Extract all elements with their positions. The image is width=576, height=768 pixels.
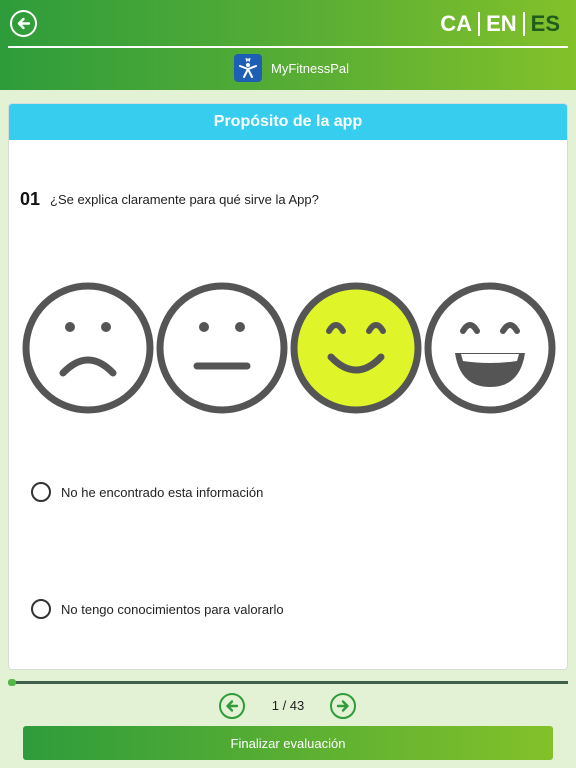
app-header: CA EN ES MyFitnessPal	[0, 0, 576, 90]
option-no-knowledge[interactable]: No tengo conocimientos para valorarlo	[31, 599, 284, 619]
option-label: No he encontrado esta información	[61, 484, 264, 500]
radio-button[interactable]	[31, 482, 51, 502]
laughing-face-icon[interactable]	[423, 281, 557, 415]
rating-faces	[9, 281, 567, 415]
language-switcher: CA EN ES	[434, 10, 566, 38]
neutral-face-icon[interactable]	[155, 281, 289, 415]
radio-button[interactable]	[31, 599, 51, 619]
option-label: No tengo conocimientos para valorarlo	[61, 601, 284, 617]
arrow-right-icon	[336, 700, 349, 712]
next-question-button[interactable]	[330, 693, 356, 719]
question-card: Propósito de la app 01 ¿Se explica clara…	[8, 103, 568, 670]
question-text: ¿Se explica claramente para qué sirve la…	[50, 192, 319, 207]
lang-ca-button[interactable]: CA	[434, 11, 478, 37]
progress-bar	[8, 679, 568, 686]
section-title: Propósito de la app	[9, 104, 567, 140]
option-not-found[interactable]: No he encontrado esta información	[31, 482, 263, 502]
arrow-left-icon	[226, 700, 239, 712]
question-number: 01	[20, 189, 41, 209]
lang-en-button[interactable]: EN	[480, 11, 523, 37]
header-divider	[8, 46, 568, 48]
sad-face-icon[interactable]	[21, 281, 155, 415]
prev-question-button[interactable]	[219, 693, 245, 719]
finish-evaluation-button[interactable]: Finalizar evaluación	[23, 726, 553, 760]
page-counter: 1 / 43	[271, 698, 305, 713]
question-pager: 1 / 43	[0, 692, 576, 720]
myfitnesspal-logo-icon	[234, 54, 262, 82]
back-button[interactable]	[10, 10, 37, 37]
app-name: MyFitnessPal	[271, 61, 350, 76]
progress-bar-fill	[8, 679, 16, 686]
lang-es-button[interactable]: ES	[525, 11, 566, 37]
arrow-left-icon	[17, 17, 31, 30]
smile-face-icon[interactable]	[289, 281, 423, 415]
